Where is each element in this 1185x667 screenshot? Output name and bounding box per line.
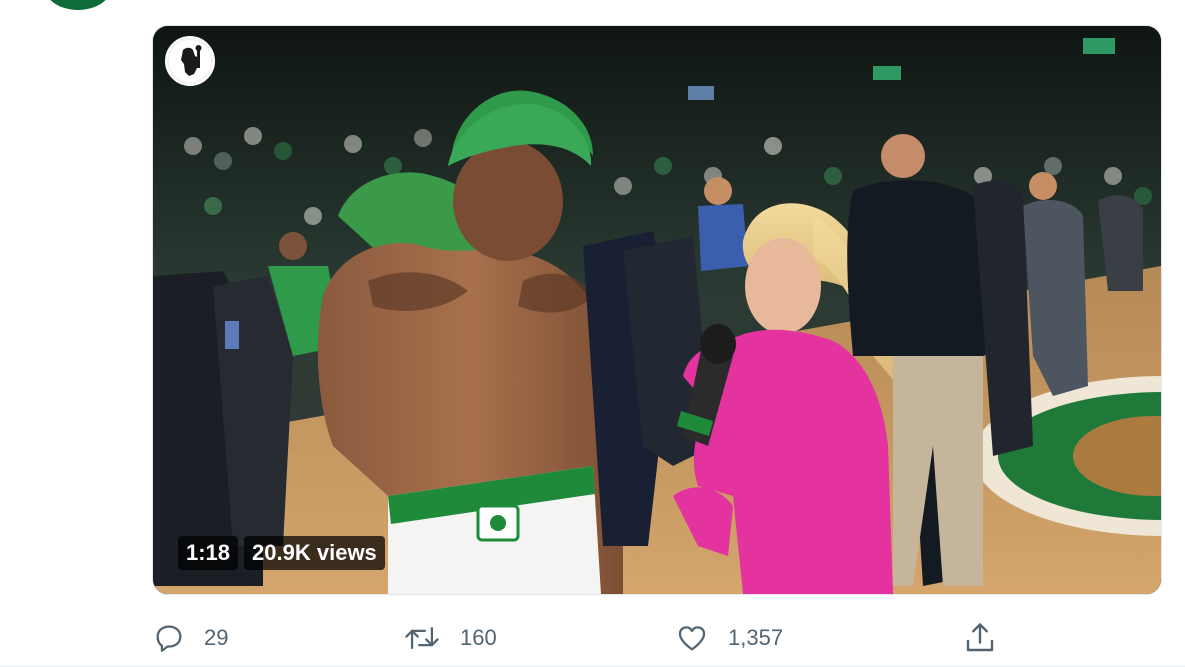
heart-icon [678,626,706,651]
tweet-actions: 29 160 1,357 [152,618,1002,658]
reply-icon [156,625,182,652]
video-frame [153,26,1161,594]
video-info-overlay: 1:18 20.9K views [178,536,385,570]
retweet-button[interactable]: 160 [402,618,497,658]
video-views: 20.9K views [244,536,385,570]
like-count: 1,357 [728,625,784,650]
video-duration: 1:18 [178,536,239,570]
retweet-icon [405,626,439,650]
share-icon [966,623,994,652]
team-logo-icon [165,36,215,86]
retweet-count: 160 [460,625,497,650]
video-player[interactable]: 1:18 20.9K views [152,25,1162,595]
reply-count: 29 [204,625,229,650]
share-button[interactable] [962,618,998,658]
reply-button[interactable]: 29 [152,618,228,658]
account-avatar[interactable] [44,0,112,10]
like-button[interactable]: 1,357 [674,618,783,658]
